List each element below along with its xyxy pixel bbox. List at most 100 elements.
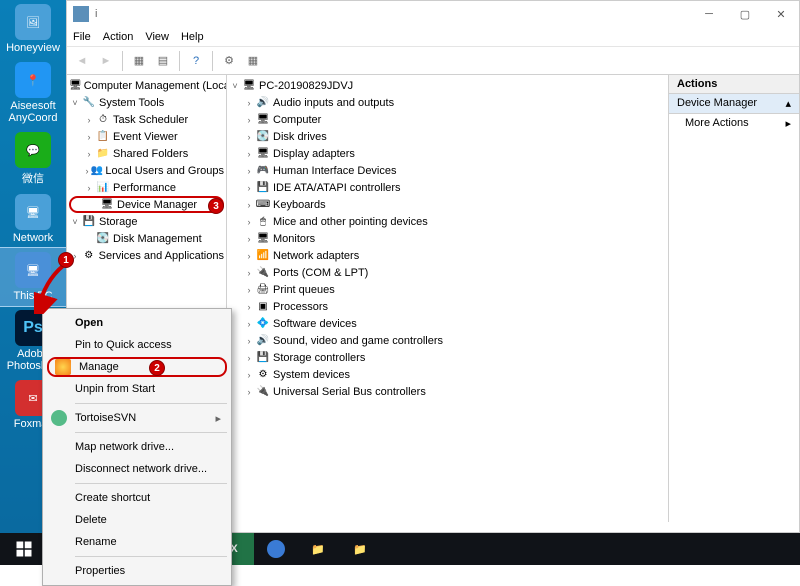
device-label: Human Interface Devices — [271, 165, 397, 177]
show-hide-button[interactable]: ▤ — [152, 50, 174, 72]
chevron-right-icon: ▸ — [785, 117, 791, 130]
device-root[interactable]: ˅🖥PC-20190829JDVJ — [229, 77, 666, 94]
device-label: Mice and other pointing devices — [271, 216, 428, 228]
device-category[interactable]: ›▣Processors — [229, 298, 666, 315]
device-icon: ⌨ — [255, 198, 271, 212]
device-category[interactable]: ›💽Disk drives — [229, 128, 666, 145]
ctx-rename[interactable]: Rename — [45, 531, 229, 553]
tree-task-scheduler[interactable]: ›⏱Task Scheduler — [69, 111, 224, 128]
ctx-properties[interactable]: Properties — [45, 560, 229, 582]
device-icon: 🖱 — [255, 215, 271, 229]
back-button[interactable]: ◄ — [71, 50, 93, 72]
device-category[interactable]: ›⚙System devices — [229, 366, 666, 383]
device-label: Audio inputs and outputs — [271, 97, 394, 109]
menu-view[interactable]: View — [145, 31, 169, 43]
device-category[interactable]: ›📶Network adapters — [229, 247, 666, 264]
menu-bar: File Action View Help — [67, 27, 799, 47]
tree-system-tools[interactable]: ˅🔧System Tools — [69, 94, 224, 111]
ctx-disconnect-drive[interactable]: Disconnect network drive... — [45, 458, 229, 480]
ctx-map-drive[interactable]: Map network drive... — [45, 436, 229, 458]
badge-2: 2 — [149, 360, 165, 376]
device-category[interactable]: ›🖥Computer — [229, 111, 666, 128]
device-category[interactable]: ›💠Software devices — [229, 315, 666, 332]
device-label: Monitors — [271, 233, 315, 245]
device-category[interactable]: ›🔊Sound, video and game controllers — [229, 332, 666, 349]
shield-icon — [55, 359, 71, 375]
menu-file[interactable]: File — [73, 31, 91, 43]
app-icon — [73, 6, 89, 22]
device-icon: 💠 — [255, 317, 271, 331]
device-label: Sound, video and game controllers — [271, 335, 443, 347]
taskbar-explorer-2[interactable]: 📁 — [340, 533, 380, 565]
device-label: IDE ATA/ATAPI controllers — [271, 182, 401, 194]
tree-local-users[interactable]: ›👥Local Users and Groups — [69, 162, 224, 179]
desktop-icon-network[interactable]: 🖥Network — [0, 190, 66, 248]
tree-device-manager[interactable]: 🖥Device Manager 3 — [69, 196, 224, 213]
collapse-icon: ▴ — [785, 97, 791, 110]
actions-pane: Actions Device Manager▴ More Actions▸ — [669, 75, 799, 522]
ctx-create-shortcut[interactable]: Create shortcut — [45, 487, 229, 509]
device-label: System devices — [271, 369, 350, 381]
chevron-right-icon: ▸ — [215, 412, 221, 425]
ctx-delete[interactable]: Delete — [45, 509, 229, 531]
refresh-button[interactable]: ⚙ — [218, 50, 240, 72]
tree-storage[interactable]: ˅💾Storage — [69, 213, 224, 230]
device-icon: 🔊 — [255, 96, 271, 110]
properties-button[interactable]: ▦ — [242, 50, 264, 72]
minimize-button[interactable]: ─ — [691, 1, 727, 27]
device-icon: 🖨 — [255, 283, 271, 297]
device-label: Network adapters — [271, 250, 359, 262]
tree-services[interactable]: ›⚙Services and Applications — [69, 247, 224, 264]
tree-root[interactable]: 🖥Computer Management (Local — [69, 77, 224, 94]
device-category[interactable]: ›🖥Display adapters — [229, 145, 666, 162]
device-category[interactable]: ›⌨Keyboards — [229, 196, 666, 213]
device-icon: 🖥 — [255, 113, 271, 127]
device-category[interactable]: ›🖥Monitors — [229, 230, 666, 247]
forward-button[interactable]: ► — [95, 50, 117, 72]
taskbar-explorer[interactable]: 📁 — [298, 533, 338, 565]
device-label: Disk drives — [271, 131, 327, 143]
close-button[interactable]: ✕ — [763, 1, 799, 27]
ctx-tortoisesvn[interactable]: TortoiseSVN▸ — [45, 407, 229, 429]
desktop-icon-anycoord[interactable]: 📍Aiseesoft AnyCoord — [0, 58, 66, 128]
device-category[interactable]: ›💾IDE ATA/ATAPI controllers — [229, 179, 666, 196]
ctx-unpin[interactable]: Unpin from Start — [45, 378, 229, 400]
device-label: Computer — [271, 114, 321, 126]
taskbar-app-blue[interactable] — [256, 533, 296, 565]
device-icon: 💾 — [255, 181, 271, 195]
device-label: Ports (COM & LPT) — [271, 267, 368, 279]
maximize-button[interactable]: ▢ — [727, 1, 763, 27]
device-label: Display adapters — [271, 148, 355, 160]
menu-action[interactable]: Action — [103, 31, 134, 43]
ctx-manage[interactable]: Manage 2 — [47, 357, 227, 377]
actions-section[interactable]: Device Manager▴ — [669, 94, 799, 114]
ctx-open[interactable]: Open — [45, 312, 229, 334]
device-category[interactable]: ›💾Storage controllers — [229, 349, 666, 366]
tree-performance[interactable]: ›📊Performance — [69, 179, 224, 196]
device-label: Storage controllers — [271, 352, 365, 364]
device-category[interactable]: ›🔌Ports (COM & LPT) — [229, 264, 666, 281]
help-button[interactable]: ? — [185, 50, 207, 72]
toolbar: ◄ ► ▦ ▤ ? ⚙ ▦ — [67, 47, 799, 75]
ctx-pin-quick[interactable]: Pin to Quick access — [45, 334, 229, 356]
up-button[interactable]: ▦ — [128, 50, 150, 72]
device-category[interactable]: ›🔊Audio inputs and outputs — [229, 94, 666, 111]
device-category[interactable]: ›🔌Universal Serial Bus controllers — [229, 383, 666, 400]
desktop-icon-wechat[interactable]: 💬微信 — [0, 128, 66, 190]
device-category[interactable]: ›🎮Human Interface Devices — [229, 162, 666, 179]
tree-shared-folders[interactable]: ›📁Shared Folders — [69, 145, 224, 162]
device-tree-pane: ˅🖥PC-20190829JDVJ ›🔊Audio inputs and out… — [227, 75, 669, 522]
device-category[interactable]: ›🖱Mice and other pointing devices — [229, 213, 666, 230]
tortoise-icon — [51, 410, 67, 426]
actions-more[interactable]: More Actions▸ — [669, 114, 799, 133]
device-icon: ⚙ — [255, 368, 271, 382]
device-category[interactable]: ›🖨Print queues — [229, 281, 666, 298]
tree-event-viewer[interactable]: ›📋Event Viewer — [69, 128, 224, 145]
device-icon: 🔊 — [255, 334, 271, 348]
start-button[interactable] — [4, 533, 44, 565]
desktop-icon-honeyview[interactable]: 🖼Honeyview — [0, 0, 66, 58]
menu-help[interactable]: Help — [181, 31, 204, 43]
device-icon: 🖥 — [255, 232, 271, 246]
tree-disk-management[interactable]: 💽Disk Management — [69, 230, 224, 247]
window-title: i — [95, 8, 97, 20]
